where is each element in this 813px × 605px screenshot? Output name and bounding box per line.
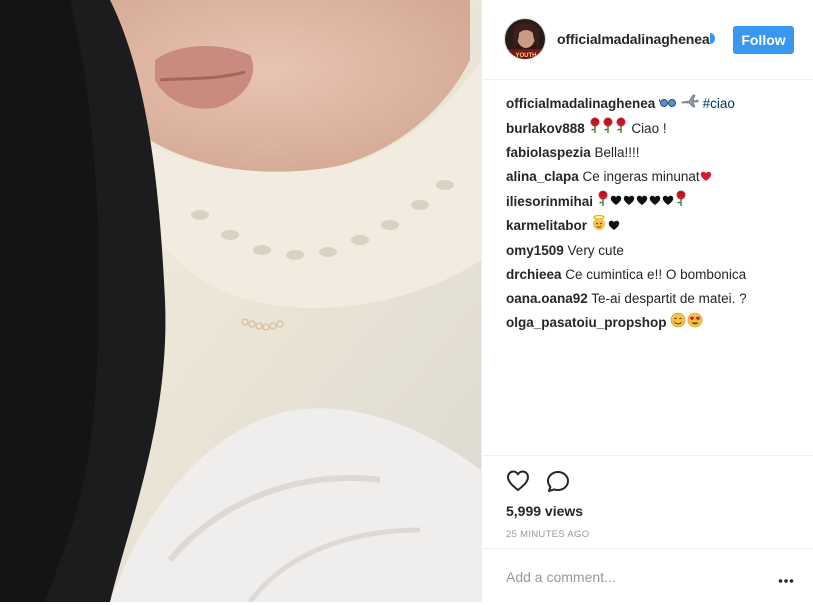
add-comment-bar — [482, 548, 813, 604]
avatar-image: YOUTH — [505, 19, 545, 59]
rose-emoji-icon — [675, 190, 687, 214]
add-comment-input[interactable] — [506, 567, 756, 587]
comment-username[interactable]: omy1509 — [506, 243, 564, 258]
comment-row: omy1509 Very cute — [506, 239, 806, 263]
glasses-icon — [658, 92, 677, 116]
post-username[interactable]: officialmadalinaghenea — [557, 31, 710, 47]
comment-text: Very cute — [563, 242, 624, 258]
post-header: YOUTH officialmadalinaghenea Follow — [482, 0, 813, 80]
post-photo — [0, 0, 481, 602]
comment-row: karmelitabor — [506, 214, 806, 239]
avatar[interactable]: YOUTH — [504, 18, 546, 60]
rose-emoji-icon — [589, 117, 601, 141]
comment-username[interactable]: fabiolaspezia — [506, 145, 591, 160]
comment-username[interactable]: drchieea — [506, 267, 562, 282]
comment-row: olga_pasatoiu_propshop — [506, 311, 806, 336]
comment-text: Te-ai despartit de matei. ? — [587, 291, 747, 307]
heart-eyes-face-emoji-icon — [687, 312, 703, 336]
comment-row: alina_clapa Ce ingeras minunat — [506, 165, 806, 190]
caption-username[interactable]: officialmadalinaghenea — [506, 96, 655, 111]
rose-emoji-icon — [602, 117, 614, 141]
comment-row: drchieea Ce cumintica e!! O bombonica — [506, 263, 806, 287]
smiling-face-emoji-icon — [670, 312, 686, 336]
svg-text:YOUTH: YOUTH — [516, 53, 537, 59]
black-heart-emoji-icon — [610, 190, 622, 214]
post-timestamp[interactable]: 25 MINUTES AGO — [506, 529, 589, 540]
comment-row: burlakov888 Ciao ! — [506, 117, 806, 142]
verified-badge-icon — [710, 33, 715, 44]
comment-text: Ciao ! — [627, 120, 667, 136]
caption-hashtag[interactable]: #ciao — [703, 96, 735, 111]
view-count[interactable]: 5,999 views — [506, 503, 583, 519]
comments-list: officialmadalinaghenea #ciao burlakov888… — [506, 92, 806, 336]
comment-username[interactable]: iliesorinmihai — [506, 194, 593, 209]
post-caption: officialmadalinaghenea #ciao — [506, 92, 806, 117]
heart-outline-icon[interactable] — [506, 470, 530, 497]
black-heart-emoji-icon — [623, 190, 635, 214]
comment-text: Ce cumintica e!! O bombonica — [561, 267, 747, 283]
comment-text: Bella!!!! — [590, 145, 640, 161]
black-heart-emoji-icon — [608, 215, 620, 239]
rose-emoji-icon — [597, 190, 609, 214]
post-actions: 5,999 views 25 MINUTES AGO — [482, 455, 813, 605]
post-sidebar: YOUTH officialmadalinaghenea Follow offi… — [481, 0, 813, 602]
red-heart-emoji-icon — [700, 166, 712, 190]
comment-row: iliesorinmihai — [506, 190, 806, 215]
comment-username[interactable]: olga_pasatoiu_propshop — [506, 315, 667, 330]
rose-emoji-icon — [615, 117, 627, 141]
comment-username[interactable]: burlakov888 — [506, 121, 585, 136]
airplane-icon — [681, 92, 699, 116]
speech-bubble-icon[interactable] — [546, 470, 570, 499]
follow-button[interactable]: Follow — [733, 26, 794, 54]
comment-username[interactable]: oana.oana92 — [506, 291, 588, 306]
comment-row: fabiolaspezia Bella!!!! — [506, 141, 806, 165]
more-options-icon[interactable] — [778, 571, 794, 589]
black-heart-emoji-icon — [649, 190, 661, 214]
black-heart-emoji-icon — [636, 190, 648, 214]
comment-text: Ce ingeras minunat — [578, 169, 700, 185]
baby-angel-emoji-icon — [591, 214, 607, 239]
post-media[interactable] — [0, 0, 481, 602]
comment-username[interactable]: karmelitabor — [506, 218, 587, 233]
black-heart-emoji-icon — [662, 190, 674, 214]
comment-username[interactable]: alina_clapa — [506, 169, 579, 184]
comment-row: oana.oana92 Te-ai despartit de matei. ? — [506, 287, 806, 311]
